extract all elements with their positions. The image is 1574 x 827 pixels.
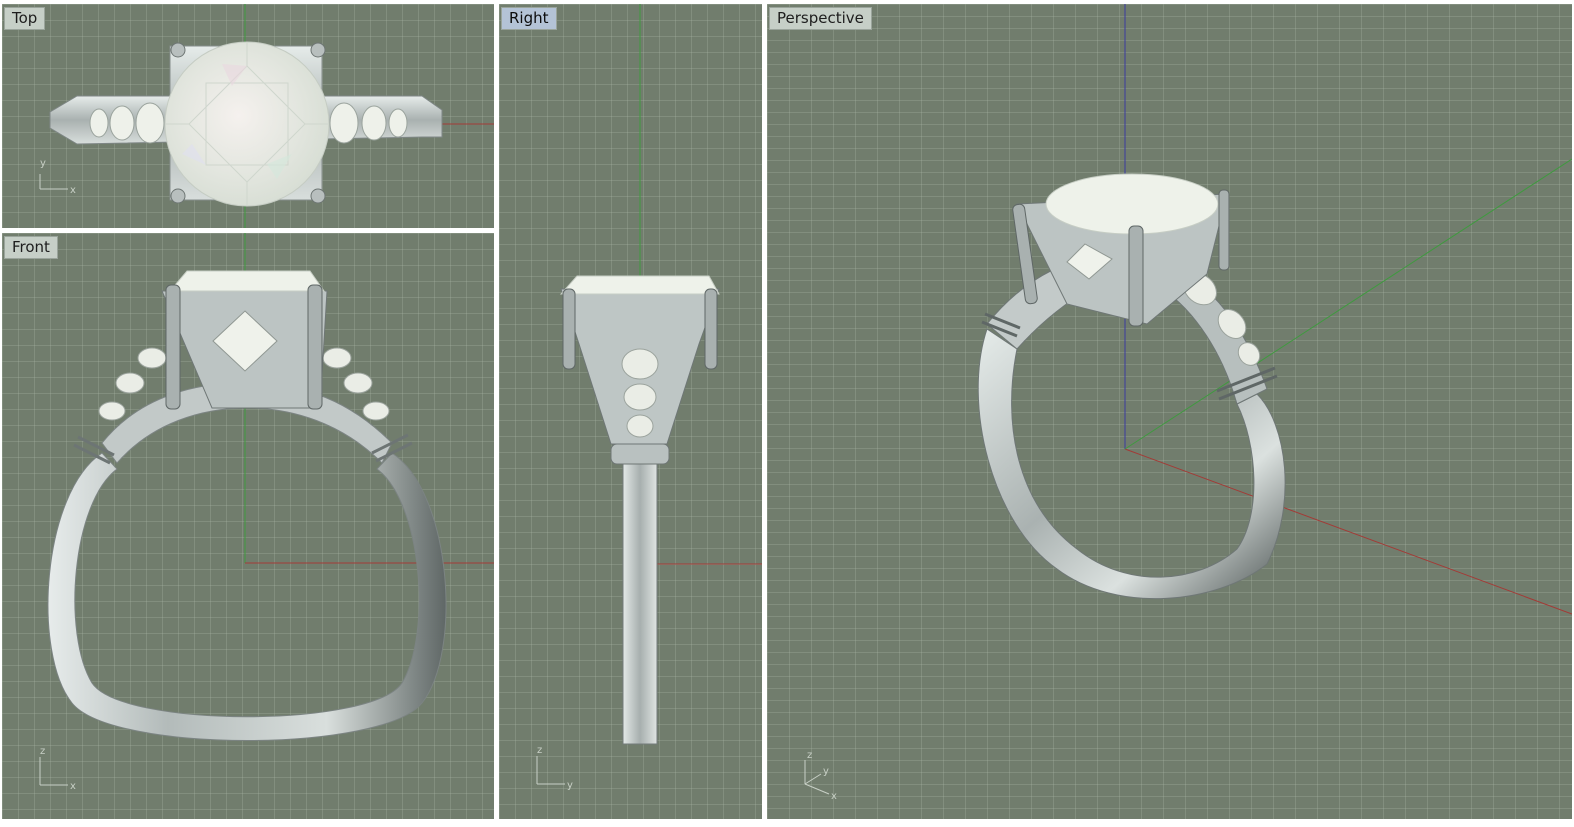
svg-text:z: z [537, 745, 542, 756]
svg-text:x: x [831, 791, 837, 802]
axis-triad: z y [536, 745, 573, 791]
center-stone [559, 275, 720, 295]
axis-triad: z x [39, 746, 76, 792]
front-viewport[interactable]: z x Front [2, 233, 494, 819]
svg-text:y: y [823, 766, 829, 777]
axis-triad: y x [39, 158, 76, 196]
top-scene: y x [39, 4, 494, 228]
svg-text:z: z [40, 746, 45, 757]
top-viewport[interactable]: y x Top [2, 4, 494, 228]
svg-text:z: z [807, 750, 812, 761]
right-viewport[interactable]: z y Right [499, 4, 762, 819]
perspective-viewport[interactable]: z y x Perspective [767, 4, 1572, 819]
center-stone [168, 270, 325, 292]
center-stone [1045, 173, 1219, 235]
viewport-label-perspective[interactable]: Perspective [769, 7, 872, 30]
viewport-label-top[interactable]: Top [4, 7, 46, 30]
svg-text:x: x [70, 781, 76, 792]
right-scene: z y [536, 4, 762, 791]
svg-text:y: y [567, 780, 573, 791]
ring-band [47, 452, 447, 741]
viewport-label-right[interactable]: Right [501, 7, 557, 30]
perspective-scene: z y x [804, 4, 1572, 802]
axis-triad: z y x [804, 750, 837, 802]
shank-groove [610, 443, 670, 465]
svg-text:x: x [70, 185, 76, 196]
front-scene: z x [39, 233, 494, 792]
side-stones [621, 348, 659, 438]
ring-band [622, 453, 658, 745]
viewport-label-front[interactable]: Front [4, 236, 58, 259]
svg-text:y: y [40, 158, 46, 169]
